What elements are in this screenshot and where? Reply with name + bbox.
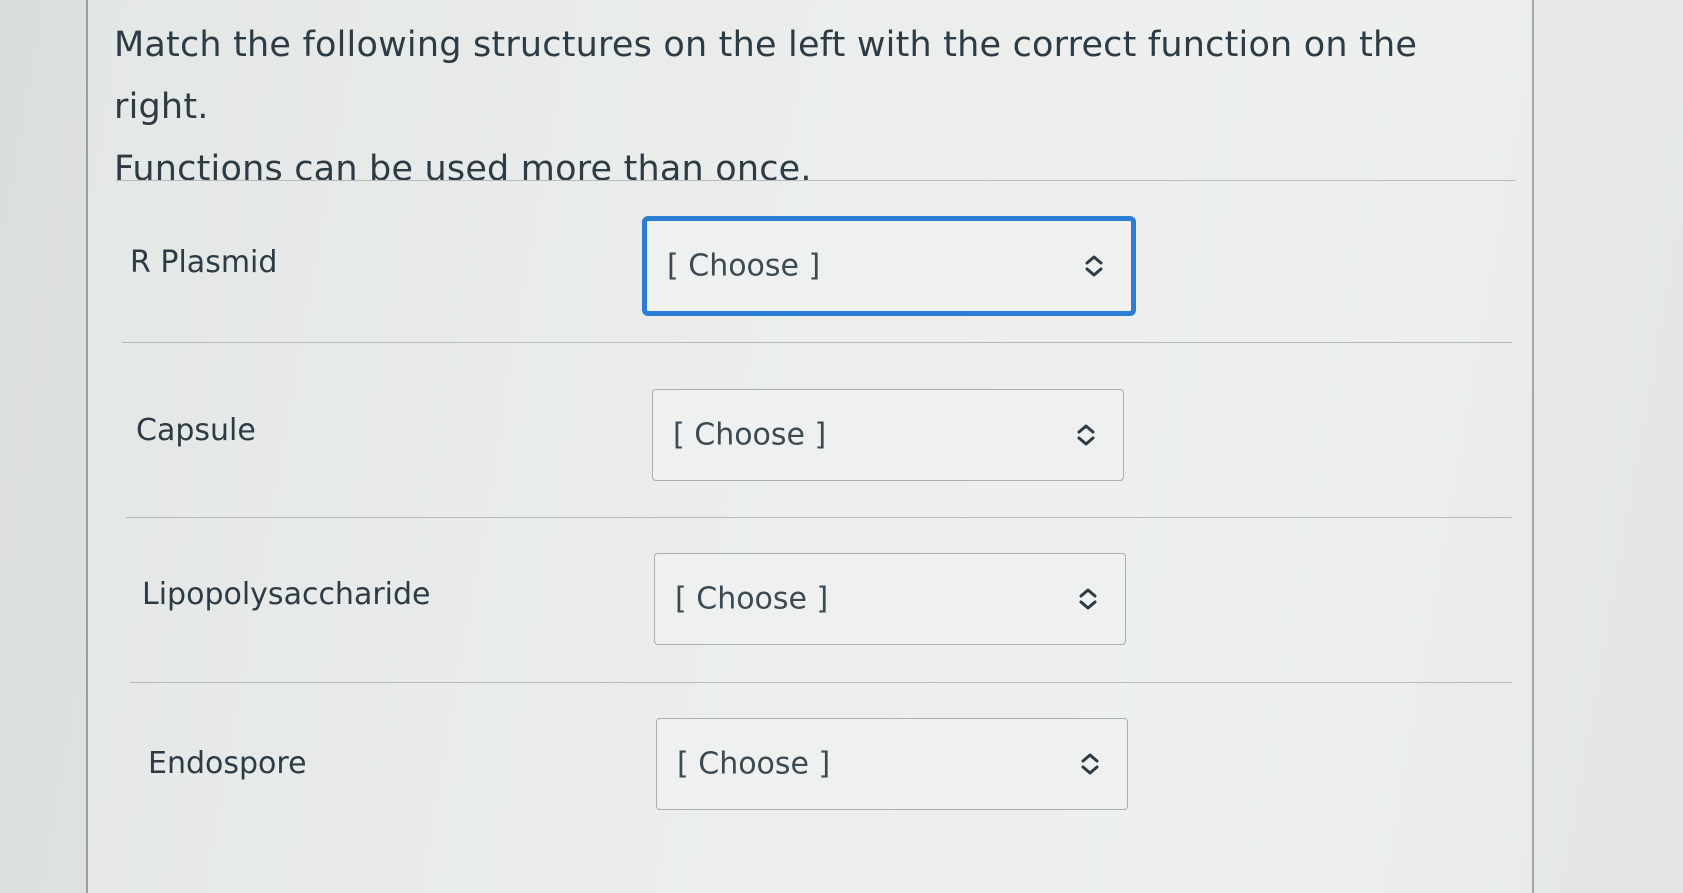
divider-top [116, 180, 1516, 181]
question-card: Match the following structures on the le… [86, 0, 1534, 893]
divider-row-1 [122, 342, 1512, 343]
select-value: [ Choose ] [667, 248, 821, 284]
function-select-r-plasmid[interactable]: [ Choose ] [642, 216, 1136, 316]
prompt-line-1: Match the following structures on the le… [114, 25, 1418, 127]
question-prompt: Match the following structures on the le… [114, 14, 1514, 200]
function-select-endospore[interactable]: [ Choose ] [656, 718, 1128, 810]
select-value: [ Choose ] [675, 581, 829, 617]
select-value: [ Choose ] [677, 746, 831, 782]
structure-label-lipopolysaccharide: Lipopolysaccharide [142, 577, 431, 612]
up-down-chevron-icon [1077, 586, 1099, 612]
structure-label-r-plasmid: R Plasmid [130, 245, 278, 280]
select-value: [ Choose ] [673, 417, 827, 453]
up-down-chevron-icon [1079, 751, 1101, 777]
screen: Match the following structures on the le… [0, 0, 1683, 893]
structure-label-endospore: Endospore [148, 746, 307, 781]
prompt-line-2: Functions can be used more than once. [114, 149, 812, 189]
structure-label-capsule: Capsule [136, 413, 256, 448]
function-select-lipopolysaccharide[interactable]: [ Choose ] [654, 553, 1126, 645]
up-down-chevron-icon [1083, 253, 1105, 279]
divider-row-2 [126, 517, 1512, 518]
up-down-chevron-icon [1075, 422, 1097, 448]
divider-row-3 [130, 682, 1512, 683]
function-select-capsule[interactable]: [ Choose ] [652, 389, 1124, 481]
